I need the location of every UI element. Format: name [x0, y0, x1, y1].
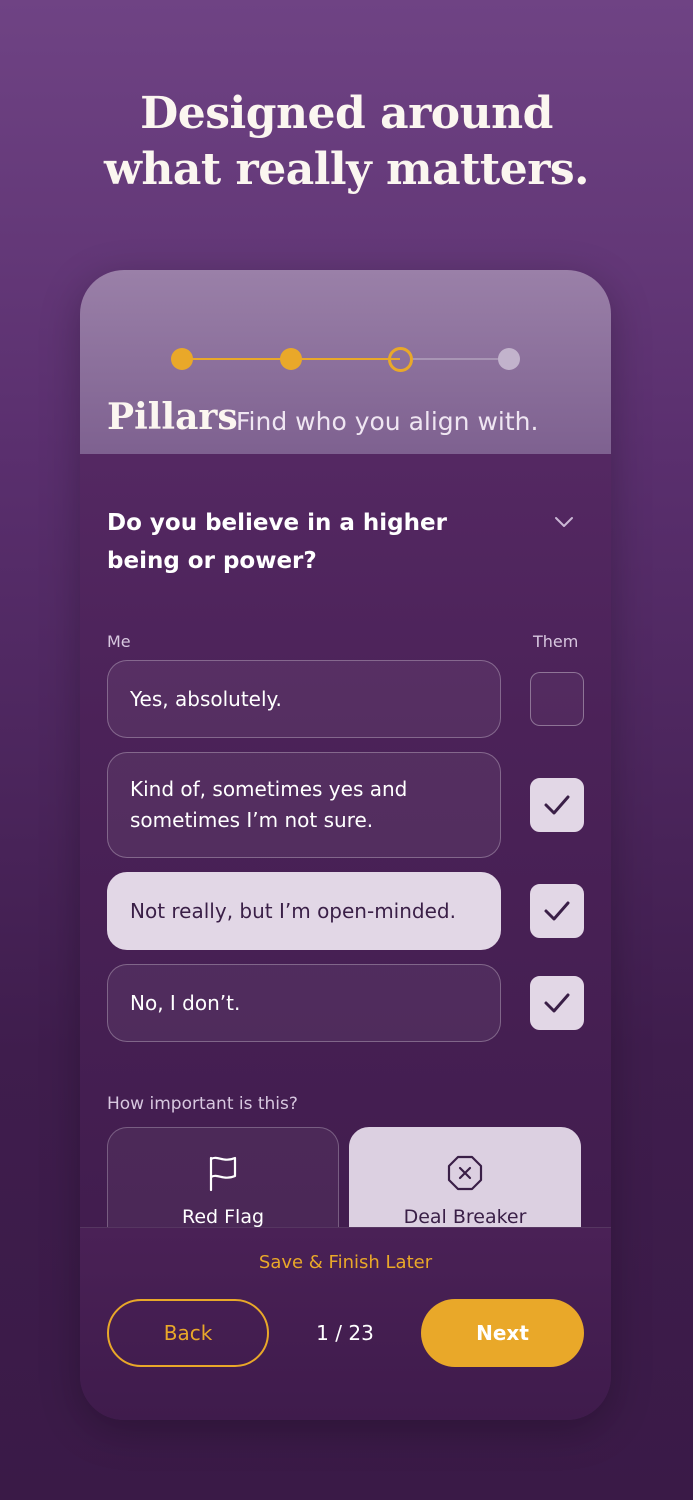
next-button[interactable]: Next	[421, 1299, 584, 1367]
back-button[interactable]: Back	[107, 1299, 269, 1367]
them-checkbox-4[interactable]	[530, 976, 584, 1030]
next-button-label: Next	[476, 1321, 529, 1345]
card-header: Pillars Find who you align with.	[80, 270, 611, 454]
section-subtitle: Find who you align with.	[236, 407, 539, 436]
them-checkbox-1[interactable]	[530, 672, 584, 726]
option-1-label: Yes, absolutely.	[130, 686, 282, 711]
question-text: Do you believe in a higher being or powe…	[107, 510, 447, 574]
step-dot-3-current	[388, 347, 413, 372]
step-line-1	[192, 358, 291, 360]
chevron-down-icon[interactable]	[552, 510, 576, 534]
headline-line-1: Designed around	[140, 88, 553, 139]
option-1[interactable]: Yes, absolutely.	[107, 660, 501, 738]
option-3-label: Not really, but I’m open-minded.	[130, 898, 456, 923]
step-line-3	[410, 358, 509, 360]
step-dot-1	[171, 348, 193, 370]
checkmark-icon	[544, 795, 570, 815]
checkmark-icon	[544, 901, 570, 921]
page-counter: 1 / 23	[316, 1321, 374, 1345]
step-dot-2	[280, 348, 302, 370]
me-column-label: Me	[107, 632, 131, 651]
them-checkbox-3[interactable]	[530, 884, 584, 938]
them-checkbox-2[interactable]	[530, 778, 584, 832]
flag-icon	[209, 1156, 237, 1192]
option-4-label: No, I don’t.	[130, 990, 241, 1015]
step-dot-4	[498, 348, 520, 370]
back-button-label: Back	[163, 1321, 213, 1345]
red-flag-label: Red Flag	[181, 1206, 265, 1228]
x-octagon-icon	[447, 1155, 483, 1191]
them-column-label: Them	[533, 632, 579, 651]
deal-breaker-label: Deal Breaker	[403, 1206, 527, 1228]
save-finish-later-link[interactable]: Save & Finish Later	[80, 1252, 611, 1273]
checkmark-icon	[544, 993, 570, 1013]
section-title: Pillars	[107, 396, 238, 438]
question-card: Pillars Find who you align with. Do you …	[80, 270, 611, 1420]
option-2-label: Kind of, sometimes yes and sometimes I’m…	[130, 777, 408, 832]
step-line-2	[301, 358, 400, 360]
option-4[interactable]: No, I don’t.	[107, 964, 501, 1042]
headline: Designed around what really matters.	[0, 86, 693, 198]
option-3[interactable]: Not really, but I’m open-minded.	[107, 872, 501, 950]
option-2[interactable]: Kind of, sometimes yes and sometimes I’m…	[107, 752, 501, 858]
bottom-bar: Save & Finish Later Back 1 / 23 Next	[80, 1227, 611, 1420]
importance-label: How important is this?	[107, 1094, 298, 1114]
headline-line-2: what really matters.	[104, 144, 590, 195]
